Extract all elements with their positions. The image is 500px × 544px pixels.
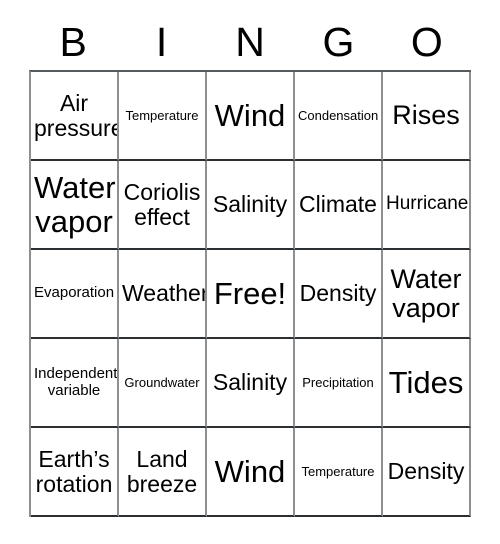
bingo-cell-label: Air pressure [34,89,119,141]
bingo-header-letter-n: N [235,19,265,65]
bingo-grid: Air pressure Temperature Wind Condensati… [29,70,471,517]
bingo-cell-label: Salinity [212,369,288,396]
bingo-cell-label: Coriolis effect [123,178,201,230]
bingo-row: Water vapor Coriolis effect Salinity Cli… [31,161,471,250]
bingo-header-row: B I N G O [29,0,471,70]
bingo-cell[interactable]: Wind [207,72,295,161]
bingo-cell[interactable]: Temperature [295,428,383,517]
bingo-cell[interactable]: Air pressure [31,72,119,161]
bingo-row: Independent variable Groundwater Salinit… [31,339,471,428]
bingo-cell-label: Groundwater [124,374,200,390]
bingo-cell[interactable]: Earth’s rotation [31,428,119,517]
bingo-cell-label: Weather [122,280,207,307]
bingo-row: Earth’s rotation Land breeze Wind Temper… [31,428,471,517]
bingo-cell-label: Climate [299,191,377,218]
bingo-free-label: Free! [213,275,287,311]
bingo-cell-label: Independent variable [34,365,118,399]
bingo-header-letter-i: I [155,19,168,65]
bingo-header-letter-g: G [322,19,355,65]
bingo-cell[interactable]: Independent variable [31,339,119,428]
bingo-cell[interactable]: Precipitation [295,339,383,428]
bingo-cell[interactable]: Rises [383,72,471,161]
bingo-cell-label: Water vapor [34,170,116,239]
bingo-cell[interactable]: Tides [383,339,471,428]
bingo-cell-label: Precipitation [302,374,374,390]
bingo-cell-label: Temperature [125,107,199,123]
bingo-row: Air pressure Temperature Wind Condensati… [31,72,471,161]
bingo-cell[interactable]: Hurricane [383,161,471,250]
bingo-cell-label: Temperature [301,463,375,479]
bingo-cell[interactable]: Climate [295,161,383,250]
bingo-header-letter-b: B [59,19,87,65]
bingo-cell-label: Rises [392,100,460,131]
bingo-card: B I N G O Air pressure Temperature Wind … [29,0,471,517]
bingo-free-cell[interactable]: Free! [207,250,295,339]
bingo-cell-label: Tides [388,364,464,400]
bingo-cell[interactable]: Coriolis effect [119,161,207,250]
bingo-cell-label: Salinity [212,191,288,218]
bingo-cell[interactable]: Weather [119,250,207,339]
bingo-cell-label: Condensation [298,107,379,123]
bingo-cell-label: Density [387,458,465,485]
bingo-cell[interactable]: Water vapor [31,161,119,250]
bingo-cell[interactable]: Evaporation [31,250,119,339]
bingo-cell-label: Density [299,280,377,307]
bingo-cell[interactable]: Salinity [207,339,295,428]
bingo-cell-label: Water vapor [390,263,462,323]
bingo-cell[interactable]: Density [383,428,471,517]
bingo-cell-label: Land breeze [126,445,198,497]
bingo-cell-label: Wind [214,453,286,489]
bingo-cell[interactable]: Salinity [207,161,295,250]
bingo-cell[interactable]: Condensation [295,72,383,161]
bingo-cell[interactable]: Density [295,250,383,339]
bingo-header-letter-o: O [410,19,443,65]
bingo-cell[interactable]: Water vapor [383,250,471,339]
bingo-cell-label: Hurricane [386,193,469,215]
bingo-cell[interactable]: Temperature [119,72,207,161]
bingo-row: Evaporation Weather Free! Density Water … [31,250,471,339]
bingo-cell-label: Evaporation [34,284,115,302]
bingo-cell-label: Wind [214,97,286,133]
bingo-cell[interactable]: Groundwater [119,339,207,428]
bingo-cell[interactable]: Land breeze [119,428,207,517]
bingo-cell[interactable]: Wind [207,428,295,517]
bingo-cell-label: Earth’s rotation [35,445,113,497]
